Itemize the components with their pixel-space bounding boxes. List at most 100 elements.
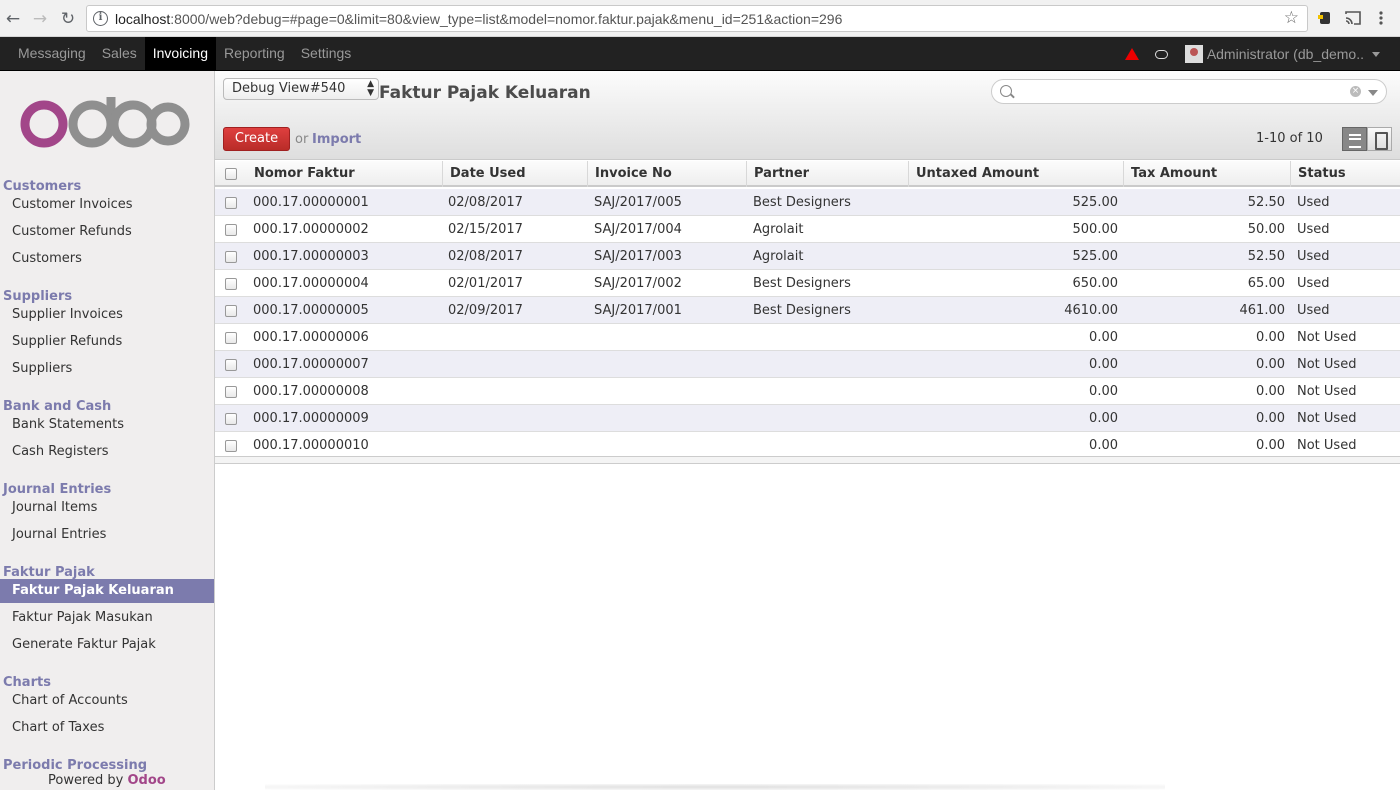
status-cell: Used bbox=[1297, 276, 1330, 291]
app-menu: Messaging Sales Invoicing Reporting Sett… bbox=[10, 37, 359, 71]
untaxed-amount-cell: 0.00 bbox=[1089, 411, 1118, 426]
row-checkbox[interactable] bbox=[225, 251, 237, 263]
row-checkbox[interactable] bbox=[225, 224, 237, 236]
invoice-no-cell bbox=[594, 405, 744, 432]
sidebar-item-customer-refunds[interactable]: Customer Refunds bbox=[0, 220, 214, 244]
row-checkbox[interactable] bbox=[225, 359, 237, 371]
row-checkbox[interactable] bbox=[225, 413, 237, 425]
odoo-logo[interactable] bbox=[20, 95, 190, 149]
table-row[interactable]: 000.17.00000008 0.00 0.00 Not Used bbox=[215, 378, 1400, 405]
back-icon[interactable]: ← bbox=[3, 9, 23, 29]
invoice-no-cell bbox=[594, 378, 744, 405]
sidebar-item-faktur-pajak-masukan[interactable]: Faktur Pajak Masukan bbox=[0, 606, 214, 630]
sidebar-item-chart-of-taxes[interactable]: Chart of Taxes bbox=[0, 716, 214, 740]
address-bar[interactable]: i localhost:8000/web?debug=#page=0&limit… bbox=[86, 5, 1308, 32]
debug-view-select[interactable]: Debug View#540 ▲ ▼ bbox=[223, 78, 379, 100]
status-cell: Used bbox=[1297, 195, 1330, 210]
nomor-faktur-cell: 000.17.00000003 bbox=[253, 249, 369, 264]
sidebar-item-bank-statements[interactable]: Bank Statements bbox=[0, 413, 214, 437]
nomor-faktur-cell: 000.17.00000001 bbox=[253, 195, 369, 210]
table-row[interactable]: 000.17.00000003 02/08/2017 SAJ/2017/003 Agr… bbox=[215, 243, 1400, 270]
row-checkbox[interactable] bbox=[225, 305, 237, 317]
sidebar-item-suppliers[interactable]: Suppliers bbox=[0, 357, 214, 381]
sidebar-item-supplier-invoices[interactable]: Supplier Invoices bbox=[0, 303, 214, 327]
status-cell: Not Used bbox=[1297, 357, 1357, 372]
sidebar-item-journal-entries[interactable]: Journal Entries bbox=[0, 523, 214, 547]
column-invoice-no[interactable]: Invoice No bbox=[588, 161, 747, 187]
invoice-no-cell bbox=[594, 324, 744, 351]
date-used-cell: 02/01/2017 bbox=[448, 276, 523, 291]
table-row[interactable]: 000.17.00000007 0.00 0.00 Not Used bbox=[215, 351, 1400, 378]
url-text[interactable]: localhost:8000/web?debug=#page=0&limit=8… bbox=[115, 11, 842, 27]
row-checkbox[interactable] bbox=[225, 386, 237, 398]
table-row[interactable]: 000.17.00000006 0.00 0.00 Not Used bbox=[215, 324, 1400, 351]
extension-icon[interactable] bbox=[1316, 9, 1334, 27]
clear-icon[interactable]: × bbox=[1350, 86, 1361, 97]
untaxed-amount-cell: 0.00 bbox=[1089, 357, 1118, 372]
column-partner[interactable]: Partner bbox=[747, 161, 909, 187]
table-row[interactable]: 000.17.00000005 02/09/2017 SAJ/2017/001 Bes… bbox=[215, 297, 1400, 324]
warning-icon[interactable] bbox=[1124, 48, 1139, 60]
table-row[interactable]: 000.17.00000001 02/08/2017 SAJ/2017/005 Bes… bbox=[215, 189, 1400, 216]
untaxed-amount-cell: 525.00 bbox=[1072, 249, 1119, 264]
nomor-faktur-cell: 000.17.00000002 bbox=[253, 222, 369, 237]
chat-icon[interactable] bbox=[1154, 49, 1168, 59]
table-row[interactable]: 000.17.00000004 02/01/2017 SAJ/2017/002 Bes… bbox=[215, 270, 1400, 297]
topmenu-sales[interactable]: Sales bbox=[94, 37, 145, 71]
topmenu-reporting[interactable]: Reporting bbox=[216, 37, 293, 71]
powered-by-link[interactable]: Odoo bbox=[127, 773, 165, 788]
create-button[interactable]: Create bbox=[223, 127, 290, 151]
select-all-checkbox[interactable] bbox=[225, 168, 237, 180]
nomor-faktur-cell: 000.17.00000010 bbox=[253, 438, 369, 453]
partner-cell bbox=[753, 378, 903, 405]
date-used-cell: 02/15/2017 bbox=[448, 222, 523, 237]
browser-menu-icon[interactable] bbox=[1372, 9, 1390, 27]
invoice-no-cell bbox=[594, 351, 744, 378]
import-link[interactable]: Import bbox=[312, 132, 361, 147]
sidebar-item-customer-invoices[interactable]: Customer Invoices bbox=[0, 193, 214, 217]
row-checkbox[interactable] bbox=[225, 197, 237, 209]
sidebar-item-generate-faktur-pajak[interactable]: Generate Faktur Pajak bbox=[0, 633, 214, 657]
url-path: :8000/web?debug=#page=0&limit=80&view_ty… bbox=[170, 11, 843, 27]
table-row[interactable]: 000.17.00000009 0.00 0.00 Not Used bbox=[215, 405, 1400, 432]
column-tax-amount[interactable]: Tax Amount bbox=[1124, 161, 1291, 187]
sidebar-section-title: Bank and Cash bbox=[3, 399, 112, 414]
reload-icon[interactable]: ↻ bbox=[58, 9, 78, 29]
table-footer bbox=[215, 456, 1400, 464]
cast-icon[interactable] bbox=[1344, 9, 1362, 27]
avatar[interactable] bbox=[1184, 45, 1203, 63]
topmenu-settings[interactable]: Settings bbox=[293, 37, 360, 71]
form-view-icon[interactable] bbox=[1367, 127, 1392, 151]
column-nomor-faktur[interactable]: Nomor Faktur bbox=[247, 161, 443, 187]
search-dropdown-icon[interactable] bbox=[1368, 90, 1378, 96]
forward-icon[interactable]: → bbox=[30, 9, 50, 29]
table-row[interactable]: 000.17.00000010 0.00 0.00 Not Used bbox=[215, 432, 1400, 459]
pager-value[interactable]: 1-10 of 10 bbox=[1256, 131, 1323, 146]
info-icon[interactable]: i bbox=[93, 11, 108, 26]
sidebar-section-title: Suppliers bbox=[3, 289, 73, 304]
user-menu[interactable]: Administrator (db_demo.. bbox=[1207, 46, 1364, 62]
sidebar-item-cash-registers[interactable]: Cash Registers bbox=[0, 440, 214, 464]
row-checkbox[interactable] bbox=[225, 278, 237, 290]
row-checkbox[interactable] bbox=[225, 332, 237, 344]
row-checkbox[interactable] bbox=[225, 440, 237, 452]
chevron-down-icon[interactable] bbox=[1372, 51, 1380, 57]
view-switcher bbox=[1342, 127, 1392, 151]
untaxed-amount-cell: 0.00 bbox=[1089, 438, 1118, 453]
table-row[interactable]: 000.17.00000002 02/15/2017 SAJ/2017/004 Agr… bbox=[215, 216, 1400, 243]
sidebar-item-faktur-pajak-keluaran[interactable]: Faktur Pajak Keluaran bbox=[0, 579, 214, 603]
topmenu-invoicing[interactable]: Invoicing bbox=[144, 37, 216, 71]
sidebar-item-journal-items[interactable]: Journal Items bbox=[0, 496, 214, 520]
sidebar-item-supplier-refunds[interactable]: Supplier Refunds bbox=[0, 330, 214, 354]
topmenu-messaging[interactable]: Messaging bbox=[10, 37, 94, 71]
column-date-used[interactable]: Date Used bbox=[443, 161, 588, 187]
search-input[interactable]: × bbox=[991, 79, 1387, 104]
column-status[interactable]: Status bbox=[1291, 161, 1400, 187]
list-view-icon[interactable] bbox=[1342, 127, 1367, 151]
or-label: or bbox=[295, 132, 309, 147]
nomor-faktur-cell: 000.17.00000009 bbox=[253, 411, 369, 426]
column-untaxed-amount[interactable]: Untaxed Amount bbox=[909, 161, 1124, 187]
sidebar-item-chart-of-accounts[interactable]: Chart of Accounts bbox=[0, 689, 214, 713]
bookmark-star-icon[interactable]: ☆ bbox=[1284, 8, 1299, 28]
sidebar-item-customers[interactable]: Customers bbox=[0, 247, 214, 271]
